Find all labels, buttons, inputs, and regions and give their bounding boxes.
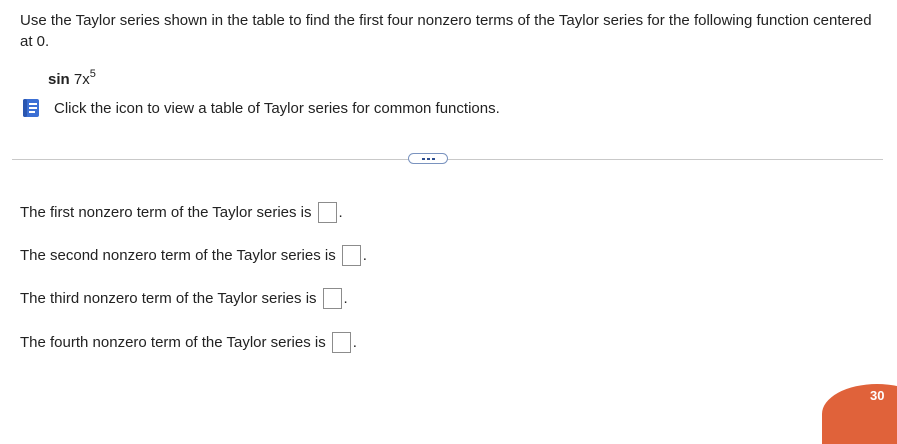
badge-number: 30: [870, 388, 885, 403]
function-expression: sin 7x5: [48, 62, 96, 92]
function-exponent: 5: [89, 68, 96, 80]
book-icon[interactable]: [21, 98, 41, 118]
function-base: 7x: [73, 71, 90, 88]
term-period: .: [343, 290, 348, 307]
term-period: .: [338, 204, 343, 221]
term-row-1: The first nonzero term of the Taylor ser…: [20, 202, 343, 223]
answer-input-1[interactable]: [317, 202, 337, 223]
term-label: The first nonzero term of the Taylor ser…: [20, 204, 312, 221]
term-label: The second nonzero term of the Taylor se…: [20, 247, 336, 264]
term-row-2: The second nonzero term of the Taylor se…: [20, 245, 367, 266]
table-link-text: Click the icon to view a table of Taylor…: [54, 99, 500, 117]
term-row-4: The fourth nonzero term of the Taylor se…: [20, 332, 357, 353]
function-name: sin: [48, 71, 70, 88]
answer-input-2[interactable]: [341, 245, 361, 266]
ellipsis-icon: [421, 157, 425, 160]
term-period: .: [362, 247, 367, 264]
term-label: The fourth nonzero term of the Taylor se…: [20, 334, 326, 351]
answer-input-4[interactable]: [331, 332, 351, 353]
term-row-3: The third nonzero term of the Taylor ser…: [20, 288, 348, 309]
question-text: Use the Taylor series shown in the table…: [20, 12, 872, 50]
term-period: .: [352, 334, 357, 351]
expand-button[interactable]: [408, 153, 448, 164]
term-label: The third nonzero term of the Taylor ser…: [20, 290, 317, 307]
answer-input-3[interactable]: [322, 288, 342, 309]
taylor-table-link[interactable]: Click the icon to view a table of Taylor…: [21, 97, 500, 119]
progress-badge[interactable]: [822, 384, 897, 444]
